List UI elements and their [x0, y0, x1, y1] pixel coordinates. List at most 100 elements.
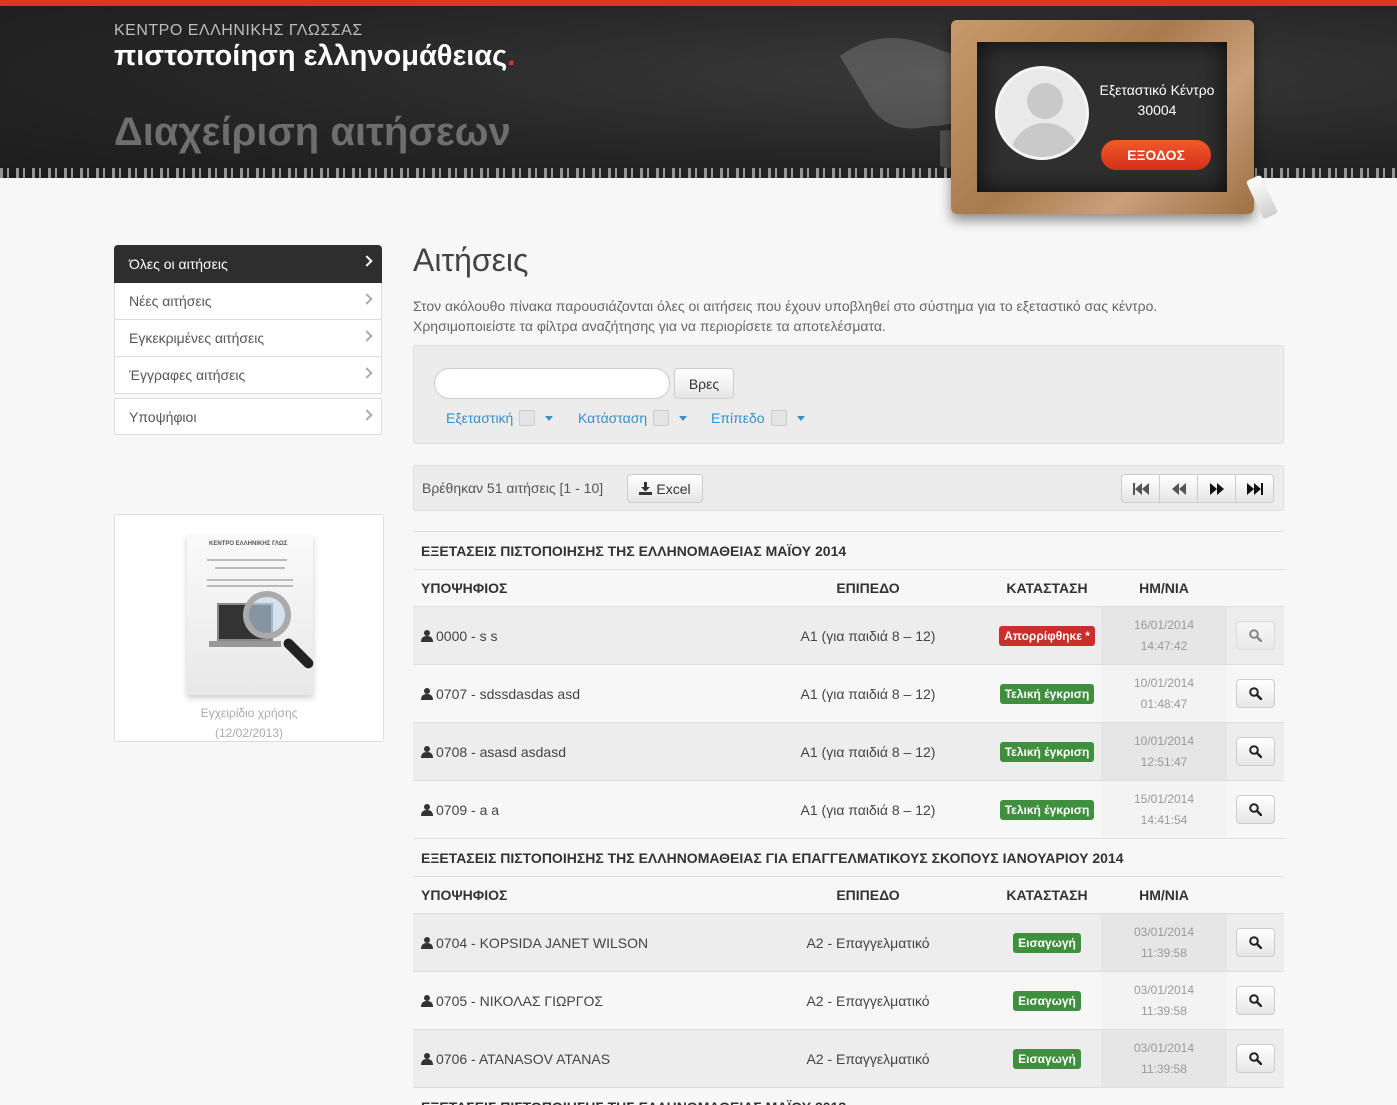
actions-cell: [1227, 737, 1284, 766]
first-page-button[interactable]: [1121, 474, 1160, 503]
last-page-button[interactable]: [1235, 474, 1274, 503]
status-badge: Τελική έγκριση: [999, 741, 1095, 762]
level-cell: A2 - Επαγγελματικό: [806, 934, 930, 951]
level-cell: A1 (για παιδιά 8 – 12): [800, 685, 936, 702]
view-application-button[interactable]: [1236, 1044, 1275, 1073]
logout-button[interactable]: ΕΞΟΔΟΣ: [1101, 140, 1211, 170]
user-manual-card[interactable]: ΚΕΝΤΡΟ ΕΛΛΗΝΙΚΗΣ ΓΛΩΣ Εγχειρίδιο χρήσης …: [114, 514, 384, 742]
table-row[interactable]: 0707 - sdssdasdas asd A1 (για παιδιά 8 – …: [413, 664, 1284, 722]
caret-down-icon: [796, 415, 805, 421]
date-value: 03/01/2014: [1133, 1040, 1195, 1055]
filter-level-dropdown[interactable]: Επίπεδο: [711, 410, 805, 426]
candidate-name: 0708 - asasd asdasd: [436, 743, 566, 760]
sidebar-item-new-applications[interactable]: Νέες αιτήσεις: [114, 283, 382, 320]
level-cell: A2 - Επαγγελματικό: [806, 992, 930, 1009]
laptop-base: [209, 641, 281, 647]
col-header-date: ΗΜ/ΝΙΑ: [1139, 579, 1189, 596]
table-row[interactable]: 0705 - ΝΙΚΟΛΑΣ ΓΙΩΡΓΟΣ A2 - Επαγγελματικό…: [413, 971, 1284, 1029]
avatar-head: [1027, 83, 1063, 119]
exam-center-name: Εξεταστικό Κέντρο 30004: [1089, 80, 1225, 120]
magnifier-icon: [243, 591, 291, 639]
status-cell: Εισαγωγή: [993, 990, 1101, 1011]
view-application-button[interactable]: [1236, 621, 1275, 650]
col-header-level: ΕΠΙΠΕΔΟ: [836, 887, 900, 903]
sidebar-item-all-applications[interactable]: Όλες οι αιτήσεις: [114, 245, 382, 283]
actions-cell: [1227, 986, 1284, 1015]
status-cell: Εισαγωγή: [993, 932, 1101, 953]
status-cell: Τελική έγκριση: [993, 799, 1101, 820]
view-application-button[interactable]: [1236, 795, 1275, 824]
table-row[interactable]: 0704 - KOPSIDA JANET WILSON A2 - Επαγγελμ…: [413, 913, 1284, 971]
doc-line: [207, 559, 287, 561]
results-toolbar: Βρέθηκαν 51 αιτήσεις [1 - 10] Excel: [413, 465, 1284, 511]
table-row[interactable]: 0000 - s s A1 (για παιδιά 8 – 12) Απορρίφθ…: [413, 606, 1284, 664]
date-cell: 16/01/2014 14:47:42: [1101, 607, 1227, 664]
brand-text: πιστοποίηση ελληνομάθειας: [114, 40, 508, 72]
previous-page-button[interactable]: [1159, 474, 1198, 503]
manual-date: (12/02/2013): [214, 726, 284, 740]
organization-name: ΚΕΝΤΡΟ ΕΛΛΗΝΙΚΗΣ ΓΛΩΣΣΑΣ: [114, 22, 363, 39]
manual-document-icon: ΚΕΝΤΡΟ ΕΛΛΗΝΙΚΗΣ ΓΛΩΣ: [187, 535, 316, 695]
filter-checkbox[interactable]: [770, 410, 787, 426]
date-value: 03/01/2014: [1133, 982, 1195, 997]
status-badge: Τελική έγκριση: [999, 683, 1095, 704]
view-application-button[interactable]: [1236, 928, 1275, 957]
excel-label: Excel: [656, 480, 691, 497]
sidebar-item-candidates[interactable]: Υποψήφιοι: [114, 398, 382, 435]
view-application-button[interactable]: [1236, 679, 1275, 708]
manual-title: Εγχειρίδιο χρήσης: [200, 706, 298, 720]
export-excel-button[interactable]: Excel: [627, 474, 703, 503]
candidate-cell: 0708 - asasd asdasd: [413, 744, 743, 760]
sidebar-item-registered-applications[interactable]: Έγγραφες αιτήσεις: [114, 357, 382, 394]
filter-checkbox[interactable]: [519, 410, 536, 426]
backward-icon: [1171, 482, 1186, 495]
view-application-button[interactable]: [1236, 986, 1275, 1015]
next-page-button[interactable]: [1197, 474, 1236, 503]
date-cell: 10/01/2014 12:51:47: [1101, 723, 1227, 780]
status-badge: Εισαγωγή: [1013, 990, 1081, 1011]
candidate-name: 0704 - KOPSIDA JANET WILSON: [436, 934, 649, 951]
time-value: 12:51:47: [1140, 754, 1188, 769]
candidate-name: 0705 - ΝΙΚΟΛΑΣ ΓΙΩΡΓΟΣ: [436, 992, 604, 1009]
find-button[interactable]: Βρες: [674, 368, 734, 399]
intro-line: Στον ακόλουθο πίνακα παρουσιάζονται όλες…: [413, 298, 1158, 314]
actions-cell: [1227, 1044, 1284, 1073]
col-header-status: ΚΑΤΑΣΤΑΣΗ: [1006, 887, 1088, 903]
page-heading: Διαχείριση αιτήσεων: [114, 110, 511, 154]
exam-center-label: Εξεταστικό Κέντρο: [1099, 82, 1215, 98]
view-application-button[interactable]: [1236, 737, 1275, 766]
doc-line: [207, 579, 293, 581]
brand-dot: .: [507, 40, 516, 72]
candidate-cell: 0706 - ATANASOV ATANAS: [413, 1051, 743, 1067]
actions-cell: [1227, 928, 1284, 957]
forward-icon: [1209, 482, 1224, 495]
time-value: 11:39:58: [1141, 945, 1187, 960]
search-icon: [1249, 936, 1262, 949]
brand-title[interactable]: πιστοποίηση ελληνομάθειας.: [114, 40, 515, 73]
date-cell: 03/01/2014 11:39:58: [1101, 1030, 1227, 1087]
user-panel-board: Εξεταστικό Κέντρο 30004 ΕΞΟΔΟΣ: [951, 20, 1254, 214]
table-row[interactable]: 0709 - a a A1 (για παιδιά 8 – 12) Τελική έ…: [413, 780, 1284, 838]
sidebar-item-approved-applications[interactable]: Εγκεκριμένες αιτήσεις: [114, 320, 382, 357]
exam-center-code: 30004: [1137, 102, 1177, 118]
candidate-name: 0000 - s s: [436, 627, 498, 644]
sidebar-item-label: Έγγραφες αιτήσεις: [129, 367, 246, 383]
filter-label: Κατάσταση: [578, 410, 648, 426]
col-header-candidate: ΥΠΟΨΗΦΙΟΣ: [421, 580, 508, 596]
sidebar-item-label: Νέες αιτήσεις: [129, 293, 212, 309]
table-row[interactable]: 0708 - asasd asdasd A1 (για παιδιά 8 – 12…: [413, 722, 1284, 780]
date-cell: 03/01/2014 11:39:58: [1101, 914, 1227, 971]
table-row[interactable]: 0706 - ATANASOV ATANAS A2 - Επαγγελματικό…: [413, 1029, 1284, 1087]
avatar-body: [1010, 123, 1080, 157]
filter-status-dropdown[interactable]: Κατάσταση: [578, 410, 688, 426]
sidebar-nav: Όλες οι αιτήσεις Νέες αιτήσεις Εγκεκριμέ…: [114, 245, 382, 435]
filter-checkbox[interactable]: [653, 410, 670, 426]
status-badge: Εισαγωγή: [1013, 1048, 1081, 1069]
search-input[interactable]: [434, 368, 670, 399]
time-value: 01:48:47: [1140, 696, 1188, 711]
caret-down-icon: [545, 415, 554, 421]
intro-text: Στον ακόλουθο πίνακα παρουσιάζονται όλες…: [413, 296, 1293, 336]
candidate-name: 0709 - a a: [436, 801, 500, 818]
status-cell: Απορρίφθηκε *: [993, 625, 1101, 646]
filter-exam-period-dropdown[interactable]: Εξεταστική: [446, 410, 554, 426]
